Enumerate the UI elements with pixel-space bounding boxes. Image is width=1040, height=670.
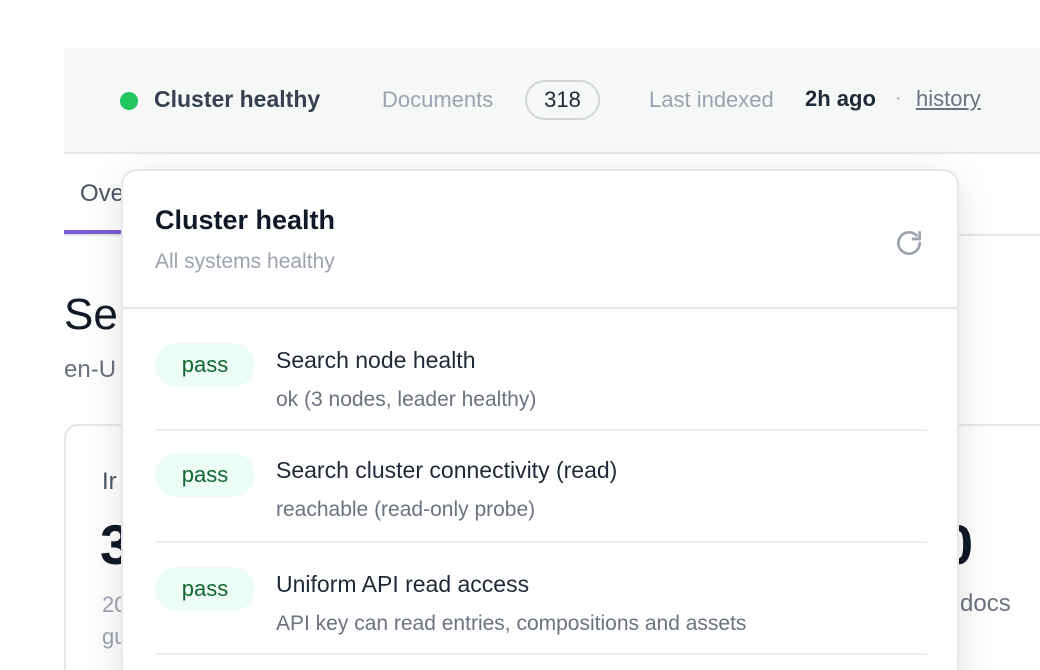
page-subtitle: en-U	[64, 356, 117, 383]
pass-badge: pass	[155, 567, 255, 611]
health-status-dot	[120, 92, 138, 110]
health-check-row: pass Search cluster connectivity (read) …	[155, 431, 927, 543]
popover-header: Cluster health All systems healthy	[123, 171, 957, 309]
stat-label-left: Ir	[102, 468, 117, 495]
popover-title: Cluster health	[155, 205, 336, 235]
pass-badge: pass	[155, 453, 255, 497]
pass-badge: pass	[155, 343, 255, 387]
separator-dot: ·	[895, 87, 902, 109]
check-name: Search cluster connectivity (read)	[276, 457, 618, 483]
check-detail: reachable (read-only probe)	[276, 498, 536, 521]
popover-subtitle: All systems healthy	[155, 250, 335, 273]
health-check-row: pass Search node health ok (3 nodes, lea…	[155, 309, 927, 431]
refresh-icon[interactable]	[893, 227, 925, 259]
page-title: Se	[64, 290, 118, 339]
health-check-row: pass Uniform API read access API key can…	[155, 543, 927, 655]
check-name: Search node health	[276, 347, 476, 373]
active-tab-indicator	[64, 230, 124, 234]
tab-overview[interactable]: Ove	[80, 180, 124, 208]
cluster-health-toggle[interactable]: Cluster healthy	[154, 86, 320, 113]
documents-count-badge: 318	[525, 80, 600, 120]
history-link[interactable]: history	[916, 86, 981, 112]
documents-label: Documents	[382, 87, 494, 112]
check-detail: ok (3 nodes, leader healthy)	[276, 388, 537, 411]
check-detail: API key can read entries, compositions a…	[276, 612, 747, 635]
check-name: Uniform API read access	[276, 571, 530, 597]
cluster-health-popover: Cluster health All systems healthy pass …	[121, 169, 959, 670]
cluster-status-bar: Cluster healthy Documents 318 Last index…	[64, 48, 1040, 154]
last-indexed-label: Last indexed	[649, 87, 774, 112]
last-indexed-value: 2h ago	[805, 86, 876, 111]
